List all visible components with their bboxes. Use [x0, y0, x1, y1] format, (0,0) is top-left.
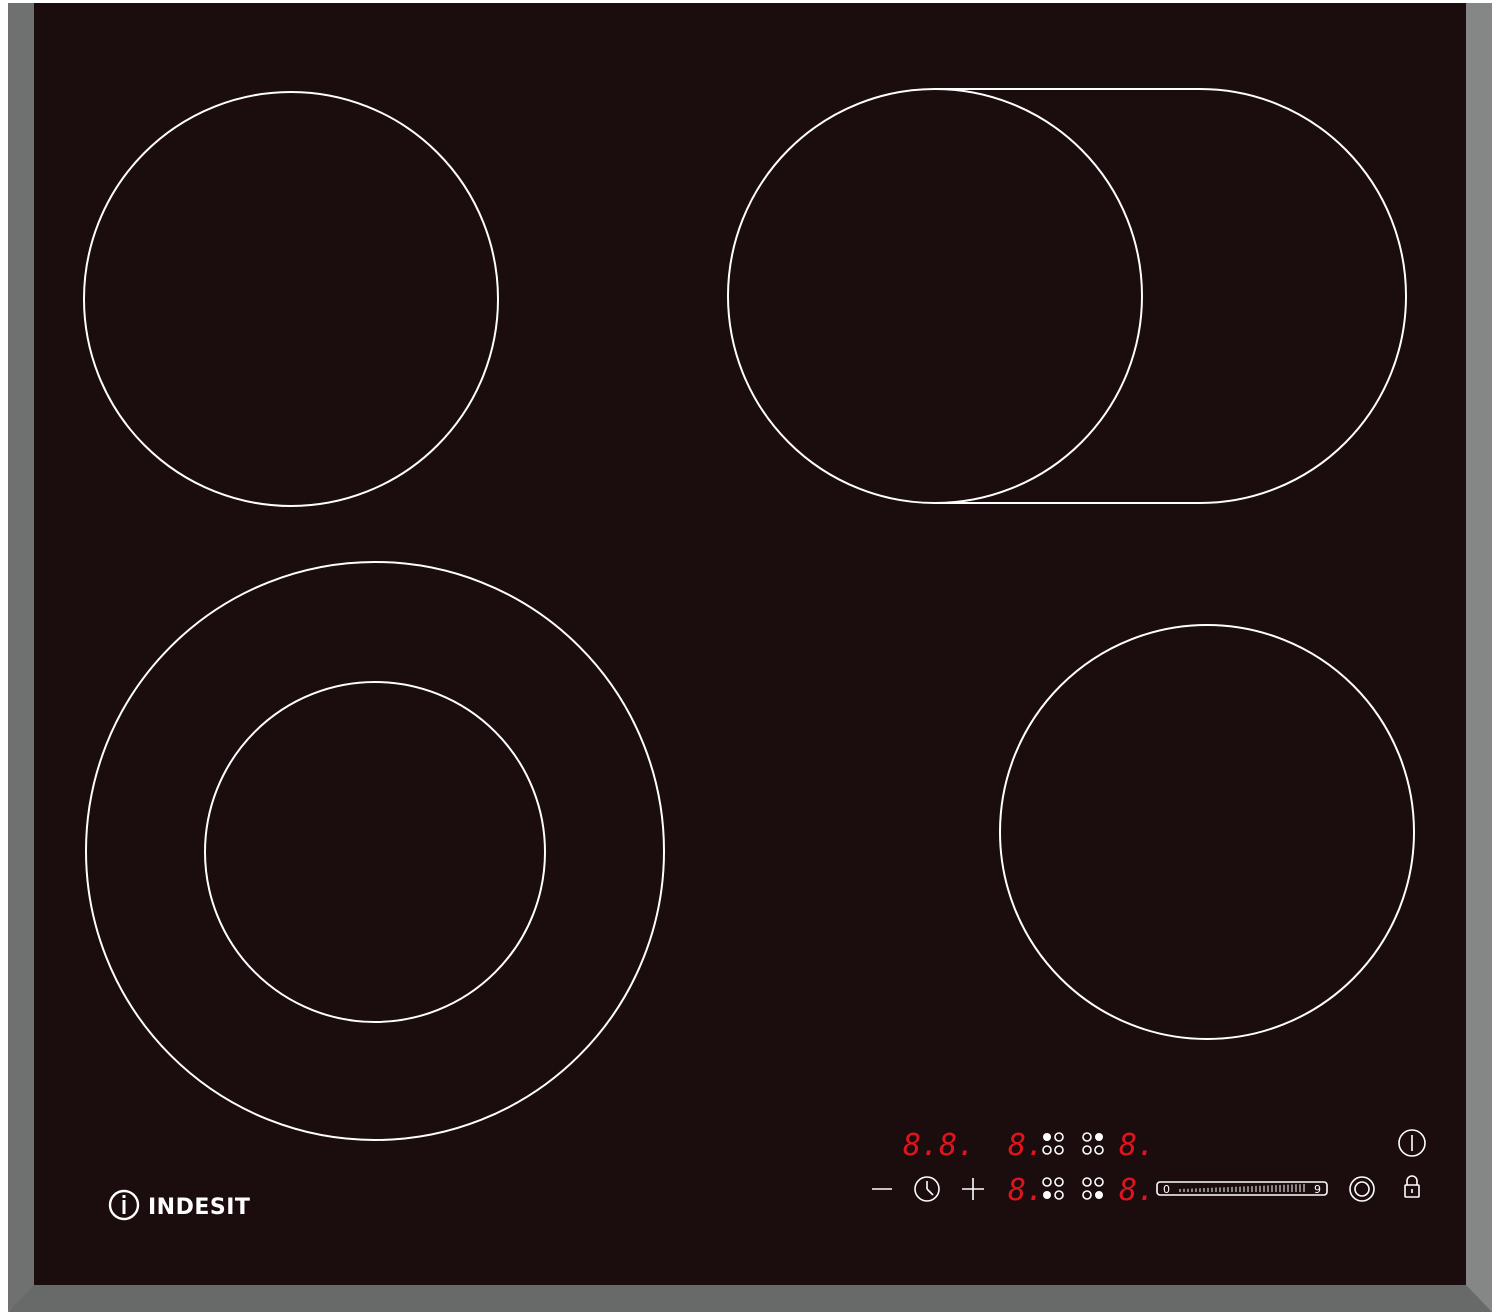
zone-display-top-left: 8.: [1008, 1128, 1044, 1163]
frame-bevel-left: [8, 3, 34, 1312]
frame-bevel-right: [1466, 3, 1492, 1312]
frame-bevel-bottom: [8, 1285, 1492, 1312]
glass-surface: [34, 3, 1466, 1285]
slider-max-label: 9: [1314, 1183, 1321, 1196]
slider-min-label: 0: [1163, 1183, 1170, 1196]
zone-display-bottom-right: 8.: [1119, 1173, 1155, 1208]
cooktop-illustration: INDESIT 8.8. 8. 8. 8. 8. 0 9: [8, 3, 1492, 1312]
zone-display-bottom-left: 8.: [1008, 1173, 1044, 1208]
zone-display-top-right: 8.: [1119, 1128, 1155, 1163]
timer-display: 8.8.: [903, 1128, 975, 1163]
brand-name: INDESIT: [148, 1195, 250, 1220]
